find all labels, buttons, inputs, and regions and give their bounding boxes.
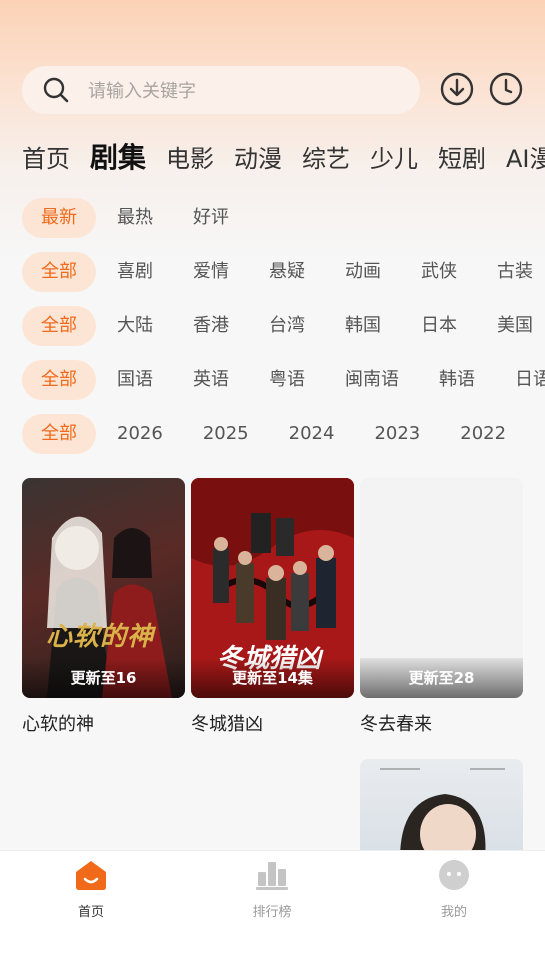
nav-profile[interactable]: 我的 (394, 859, 514, 920)
filter-chip[interactable]: 2021 (527, 414, 545, 454)
tab-anime[interactable]: 动漫 (234, 139, 282, 174)
filter-row-genre: 全部 喜剧 爱情 悬疑 动画 武侠 古装 (22, 250, 545, 294)
filter-row-sort: 最新 最热 好评 (22, 196, 545, 240)
search-placeholder: 请输入关键字 (88, 81, 196, 102)
bottom-navigation: 首页 排行榜 我的 (0, 850, 545, 969)
filter-chip[interactable]: 香港 (174, 306, 248, 346)
filter-chip[interactable]: 全部 (22, 414, 96, 454)
tab-short-drama[interactable]: 短剧 (438, 139, 486, 174)
filter-chip[interactable]: 日本 (402, 306, 476, 346)
category-tabs: 首页 剧集 电影 动漫 综艺 少儿 短剧 AI漫 (22, 134, 545, 178)
update-badge: 更新至28 (360, 658, 523, 698)
search-bar[interactable]: 请输入关键字 (22, 66, 420, 114)
filter-chip[interactable]: 国语 (98, 360, 172, 400)
poster-card[interactable]: 更新至28 (360, 478, 523, 698)
poster-card[interactable]: 冬城猎凶 更新至14集 (191, 478, 354, 698)
tab-home[interactable]: 首页 (22, 139, 70, 174)
filter-row-region: 全部 大陆 香港 台湾 韩国 日本 美国 (22, 304, 545, 348)
search-icon (43, 77, 69, 103)
filter-chip[interactable]: 2023 (355, 414, 439, 454)
filter-chip[interactable]: 爱情 (174, 252, 248, 292)
download-icon[interactable] (440, 72, 474, 106)
ranking-chart-icon (256, 862, 288, 890)
history-clock-icon[interactable] (489, 72, 523, 106)
tab-variety[interactable]: 综艺 (302, 139, 350, 174)
filter-chip[interactable]: 悬疑 (250, 252, 324, 292)
tab-movies[interactable]: 电影 (166, 139, 214, 174)
filter-chip[interactable]: 动画 (326, 252, 400, 292)
filter-row-language: 全部 国语 英语 粤语 闽南语 韩语 日语 (22, 358, 545, 402)
filter-chip[interactable]: 美国 (478, 306, 545, 346)
nav-label: 首页 (77, 905, 104, 920)
filter-chip[interactable]: 闽南语 (326, 360, 418, 400)
tab-ai-comic[interactable]: AI漫 (506, 139, 545, 174)
filter-chip[interactable]: 全部 (22, 360, 96, 400)
poster-title[interactable]: 心软的神 (22, 710, 94, 736)
nav-label: 排行榜 (252, 905, 292, 920)
update-badge: 更新至16 (22, 658, 185, 698)
filter-chip[interactable]: 粤语 (250, 360, 324, 400)
filter-chip[interactable]: 2024 (270, 414, 354, 454)
profile-face-icon (439, 860, 469, 890)
filter-chip[interactable]: 武侠 (402, 252, 476, 292)
nav-home[interactable]: 首页 (31, 859, 151, 920)
filter-chip[interactable]: 2025 (184, 414, 268, 454)
filter-chip[interactable]: 古装 (478, 252, 545, 292)
filter-chip[interactable]: 喜剧 (98, 252, 172, 292)
filter-chip[interactable]: 韩语 (420, 360, 494, 400)
filter-chip[interactable]: 日语 (496, 360, 545, 400)
poster-title[interactable]: 冬去春来 (360, 710, 432, 736)
update-badge: 更新至14集 (191, 658, 354, 698)
filter-chip[interactable]: 好评 (174, 198, 248, 238)
filter-chip[interactable]: 全部 (22, 252, 96, 292)
tab-kids[interactable]: 少儿 (370, 139, 418, 174)
nav-ranking[interactable]: 排行榜 (212, 859, 332, 920)
filter-chip[interactable]: 全部 (22, 306, 96, 346)
filter-chip[interactable]: 2022 (441, 414, 525, 454)
tab-series[interactable]: 剧集 (90, 136, 146, 176)
nav-label: 我的 (440, 905, 467, 920)
filter-chip[interactable]: 最热 (98, 198, 172, 238)
filter-chip[interactable]: 英语 (174, 360, 248, 400)
filter-row-year: 全部 2026 2025 2024 2023 2022 2021 (22, 412, 545, 456)
poster-card[interactable] (360, 759, 523, 859)
poster-artwork (380, 768, 505, 859)
filter-chip[interactable]: 最新 (22, 198, 96, 238)
poster-title[interactable]: 冬城猎凶 (191, 710, 263, 736)
home-icon (76, 861, 106, 890)
poster-art-text: 心软的神 (46, 622, 155, 652)
filter-chip[interactable]: 大陆 (98, 306, 172, 346)
filter-chip[interactable]: 韩国 (326, 306, 400, 346)
filter-chip[interactable]: 台湾 (250, 306, 324, 346)
poster-card[interactable]: 心软的神 更新至16 (22, 478, 185, 698)
filter-chip[interactable]: 2026 (98, 414, 182, 454)
